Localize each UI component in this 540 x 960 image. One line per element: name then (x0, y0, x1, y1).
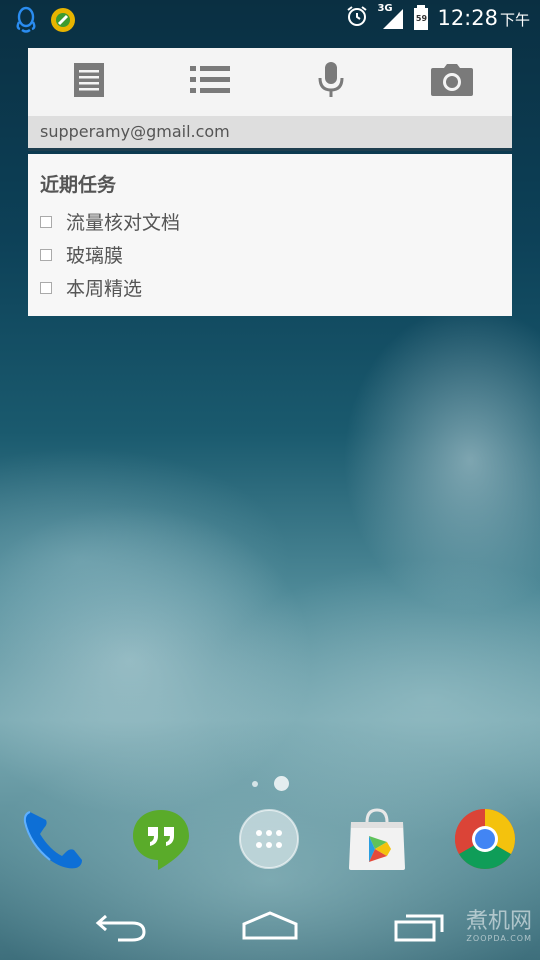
chrome-icon (453, 807, 517, 875)
signal-icon: 3G (377, 3, 405, 31)
home-button[interactable] (240, 910, 300, 946)
checkbox[interactable] (40, 215, 52, 228)
keep-widget: supperamy@gmail.com (28, 48, 512, 151)
chrome-button[interactable] (452, 808, 518, 874)
alarm-icon (345, 4, 369, 32)
photo-note-button[interactable] (391, 48, 512, 116)
back-icon (92, 914, 148, 946)
qq-icon (14, 6, 38, 38)
checkbox[interactable] (40, 281, 52, 294)
watermark-sub: ZOOPDA.COM (466, 934, 532, 943)
new-list-note-icon (189, 65, 230, 99)
note-title: 近期任务 (40, 174, 117, 196)
photo-note-icon (430, 64, 473, 100)
account-label: supperamy@gmail.com (28, 116, 512, 151)
voice-note-button[interactable] (270, 48, 391, 116)
play-store-button[interactable] (344, 808, 410, 874)
app-notification-icon (50, 7, 76, 37)
hangouts-button[interactable] (128, 808, 194, 874)
new-text-note-button[interactable] (28, 48, 149, 116)
page-dot[interactable] (251, 780, 258, 787)
hangouts-icon (128, 806, 194, 876)
list-item: 流量核对文档 (40, 205, 500, 238)
app-drawer-icon (238, 808, 300, 874)
phone-button[interactable] (20, 808, 86, 874)
battery-icon: 59 (413, 5, 429, 31)
app-drawer-button[interactable] (236, 808, 302, 874)
page-dot-current[interactable] (273, 776, 289, 791)
list-item: 本周精选 (40, 271, 500, 304)
checkbox[interactable] (40, 248, 52, 261)
voice-note-icon (317, 62, 345, 102)
watermark-main: 煮机网 (465, 909, 532, 934)
new-list-note-button[interactable] (149, 48, 270, 116)
network-type: 3G (377, 3, 393, 14)
clock-suffix: 下午 (499, 11, 530, 29)
page-indicator (0, 776, 540, 791)
phone-icon (20, 806, 86, 876)
list-item-text: 玻璃膜 (66, 245, 124, 267)
home-icon (240, 911, 300, 946)
recents-button[interactable] (394, 910, 446, 946)
dock (0, 808, 540, 878)
list-item: 玻璃膜 (40, 238, 500, 271)
clock: 12:28 (437, 6, 498, 30)
new-text-note-icon (73, 63, 104, 101)
nav-bar: 煮机网 ZOOPDA.COM (0, 896, 540, 960)
play-store-icon (345, 806, 409, 876)
battery-level: 59 (415, 14, 428, 23)
watermark: 煮机网 ZOOPDA.COM (465, 909, 532, 944)
list-item-text: 流量核对文档 (66, 212, 181, 234)
back-button[interactable] (92, 910, 148, 946)
note-card[interactable]: 近期任务 流量核对文档 玻璃膜 本周精选 (28, 154, 512, 316)
list-item-text: 本周精选 (66, 278, 143, 300)
keep-toolbar (28, 48, 512, 116)
status-bar: 3G 59 12:28 下午 (0, 0, 540, 38)
recents-icon (394, 914, 446, 946)
